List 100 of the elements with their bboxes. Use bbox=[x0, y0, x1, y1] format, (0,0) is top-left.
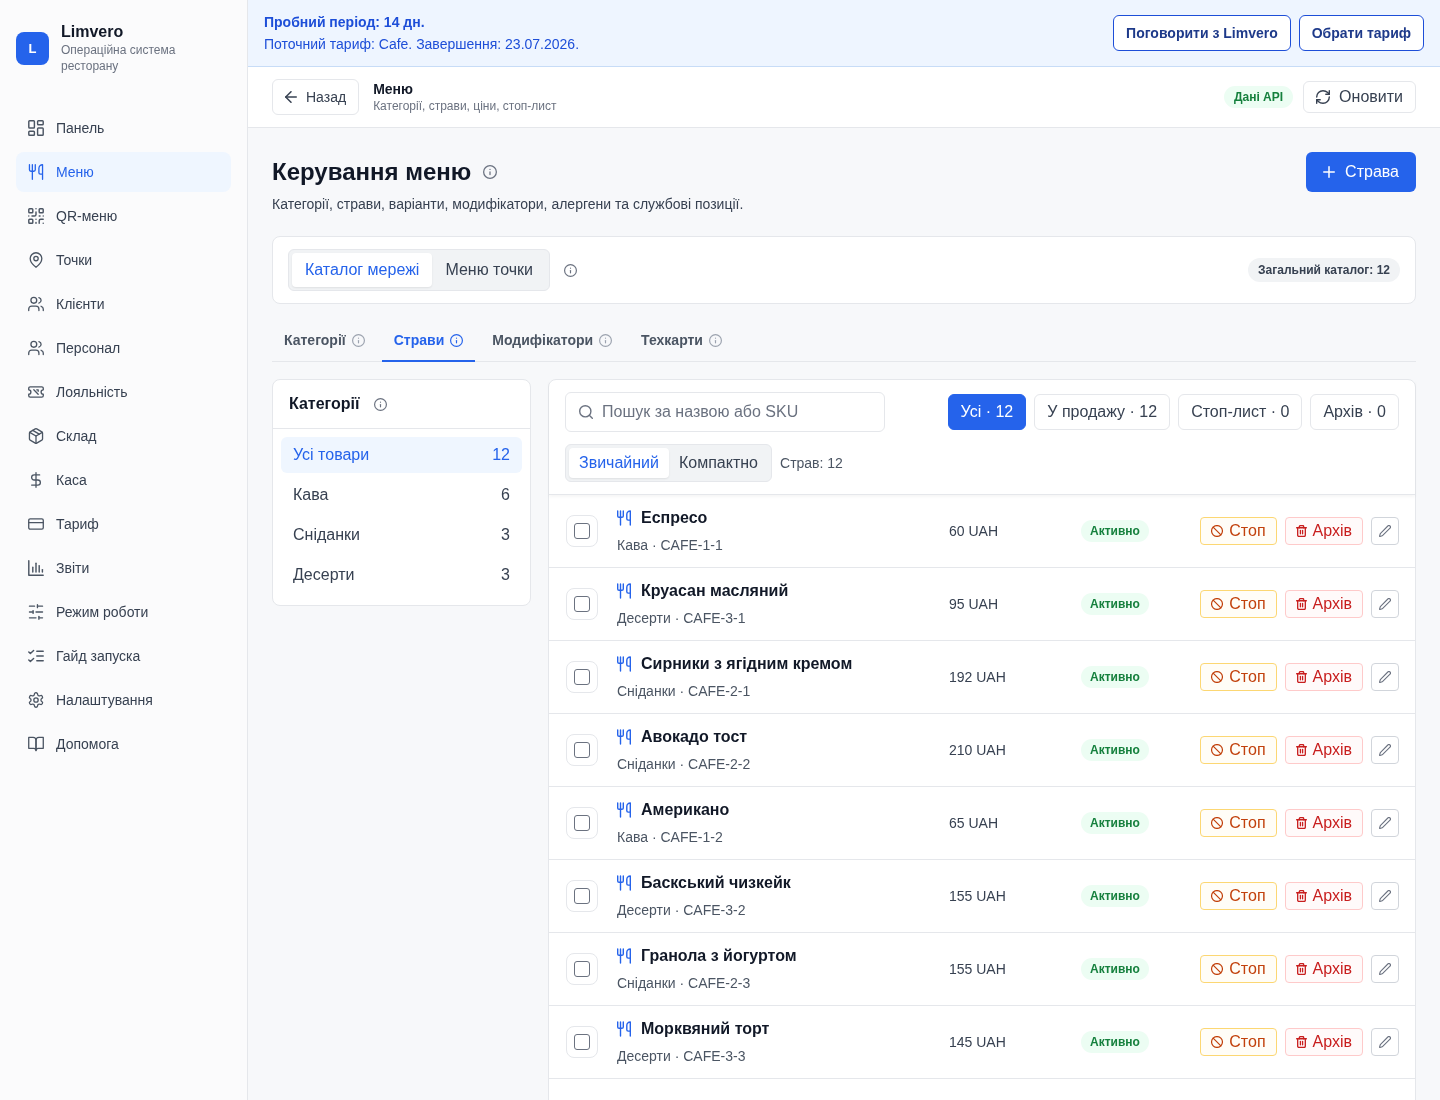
stop-button[interactable]: Стоп bbox=[1200, 517, 1277, 545]
category-item[interactable]: Кава 6 bbox=[281, 477, 522, 513]
nav-item[interactable]: Склад bbox=[16, 416, 231, 456]
filter-button[interactable]: У продажу · 12 bbox=[1034, 394, 1171, 430]
banner-button[interactable]: Обрати тариф bbox=[1298, 15, 1424, 51]
nav-item[interactable]: Лояльність bbox=[16, 372, 231, 412]
stop-button[interactable]: Стоп bbox=[1200, 1028, 1277, 1056]
add-dish-button[interactable]: Страва bbox=[1306, 152, 1416, 192]
stop-button[interactable]: Стоп bbox=[1200, 809, 1277, 837]
back-button[interactable]: Назад bbox=[272, 79, 360, 115]
info-icon bbox=[373, 397, 387, 411]
stop-button[interactable]: Стоп bbox=[1200, 955, 1277, 983]
nav-item[interactable]: Клієнти bbox=[16, 284, 231, 324]
nav-item[interactable]: Меню bbox=[16, 152, 231, 192]
dish-price: 65 UAH bbox=[949, 815, 1000, 831]
trash-icon bbox=[1295, 744, 1307, 756]
scope-option[interactable]: Каталог мережі bbox=[292, 253, 433, 287]
nav-item[interactable]: Тариф bbox=[16, 504, 231, 544]
archive-button[interactable]: Архів bbox=[1284, 955, 1363, 983]
qr-code-icon bbox=[28, 208, 44, 224]
filter-button[interactable]: Стоп-лист · 0 bbox=[1178, 394, 1303, 430]
edit-button[interactable] bbox=[1371, 663, 1399, 691]
dish-name: Гранола з йогуртом bbox=[641, 946, 797, 966]
archive-button[interactable]: Архів bbox=[1284, 590, 1363, 618]
checkbox[interactable] bbox=[574, 523, 590, 539]
ban-icon bbox=[1211, 744, 1224, 756]
pencil-icon bbox=[1379, 598, 1391, 610]
dish-meta: Сніданки · CAFE-2-3 bbox=[617, 974, 752, 993]
checkbox[interactable] bbox=[574, 742, 590, 758]
status-badge: Активно bbox=[1081, 885, 1149, 907]
archive-button[interactable]: Архів bbox=[1284, 517, 1363, 545]
edit-button[interactable] bbox=[1371, 809, 1399, 837]
dish-price: 60 UAH bbox=[949, 523, 1000, 539]
refresh-button[interactable]: Оновити bbox=[1303, 81, 1416, 113]
search-field[interactable]: Пошук за назвою або SKU bbox=[565, 392, 885, 432]
tab[interactable]: Страви bbox=[381, 320, 476, 362]
view-option[interactable]: Звичайний bbox=[569, 448, 669, 478]
dish-name: Американо bbox=[641, 800, 730, 820]
nav-item[interactable]: QR-меню bbox=[16, 196, 231, 236]
item-count: 12 bbox=[492, 446, 510, 464]
filter-button[interactable]: Архів · 0 bbox=[1310, 394, 1399, 430]
category-item[interactable]: Десерти 3 bbox=[281, 557, 522, 593]
dish-meta: Десерти · CAFE-3-3 bbox=[617, 1047, 747, 1066]
brand-name: Limvero bbox=[61, 22, 125, 42]
status-badge: Активно bbox=[1081, 739, 1149, 761]
category-item[interactable]: Сніданки 3 bbox=[281, 517, 522, 553]
edit-button[interactable] bbox=[1371, 517, 1399, 545]
status-badge: Активно bbox=[1081, 958, 1149, 980]
edit-button[interactable] bbox=[1371, 590, 1399, 618]
stop-button[interactable]: Стоп bbox=[1200, 590, 1277, 618]
scope-option[interactable]: Меню точки bbox=[432, 253, 547, 287]
nav-item[interactable]: Допомога bbox=[16, 724, 231, 764]
dish-meta: Сніданки · CAFE-2-2 bbox=[617, 755, 752, 774]
tab[interactable]: Модифікатори bbox=[480, 320, 625, 362]
banner-button[interactable]: Поговорити з Limvero bbox=[1113, 15, 1291, 51]
edit-button[interactable] bbox=[1371, 1028, 1399, 1056]
checkbox[interactable] bbox=[574, 815, 590, 831]
card-icon bbox=[28, 516, 44, 532]
checkbox[interactable] bbox=[574, 961, 590, 977]
dish-price: 210 UAH bbox=[949, 742, 1007, 758]
checkbox[interactable] bbox=[574, 1034, 590, 1050]
nav-item[interactable]: Панель bbox=[16, 108, 231, 148]
tab[interactable]: Категорії bbox=[272, 320, 377, 362]
nav-item[interactable]: Режим роботи bbox=[16, 592, 231, 632]
nav-item[interactable]: Персонал bbox=[16, 328, 231, 368]
tab[interactable]: Техкарти bbox=[629, 320, 734, 362]
catalog-count-badge: Загальний каталог: 12 bbox=[1248, 258, 1400, 282]
ban-icon bbox=[1211, 890, 1224, 902]
archive-button[interactable]: Архів bbox=[1284, 882, 1363, 910]
status-badge: Активно bbox=[1081, 520, 1149, 542]
nav-item[interactable]: Гайд запуска bbox=[16, 636, 231, 676]
edit-button[interactable] bbox=[1371, 736, 1399, 764]
view-option[interactable]: Компактно bbox=[669, 448, 768, 478]
category-item[interactable]: Усі товари 12 bbox=[281, 437, 522, 473]
info-icon bbox=[351, 333, 365, 347]
stop-button[interactable]: Стоп bbox=[1200, 736, 1277, 764]
dish-meta: Сніданки · CAFE-2-1 bbox=[617, 682, 752, 701]
fork-knife-icon bbox=[617, 510, 631, 526]
status-badge: Активно bbox=[1081, 812, 1149, 834]
panel-title: Категорії bbox=[289, 395, 360, 413]
filter-button[interactable]: Усі · 12 bbox=[947, 394, 1027, 430]
checkbox[interactable] bbox=[574, 669, 590, 685]
edit-button[interactable] bbox=[1371, 955, 1399, 983]
checkbox[interactable] bbox=[574, 888, 590, 904]
fork-knife-icon bbox=[617, 1021, 631, 1037]
nav-item[interactable]: Звіти bbox=[16, 548, 231, 588]
nav-item[interactable]: Точки bbox=[16, 240, 231, 280]
checkbox[interactable] bbox=[574, 596, 590, 612]
archive-button[interactable]: Архів bbox=[1284, 809, 1363, 837]
book-icon bbox=[28, 736, 44, 752]
nav-item[interactable]: Налаштування bbox=[16, 680, 231, 720]
edit-button[interactable] bbox=[1371, 882, 1399, 910]
archive-button[interactable]: Архів bbox=[1284, 663, 1363, 691]
stop-button[interactable]: Стоп bbox=[1200, 663, 1277, 691]
archive-button[interactable]: Архів bbox=[1284, 1028, 1363, 1056]
trash-icon bbox=[1295, 598, 1307, 610]
stop-button[interactable]: Стоп bbox=[1200, 882, 1277, 910]
archive-button[interactable]: Архів bbox=[1284, 736, 1363, 764]
pencil-icon bbox=[1379, 890, 1391, 902]
nav-item[interactable]: Каса bbox=[16, 460, 231, 500]
